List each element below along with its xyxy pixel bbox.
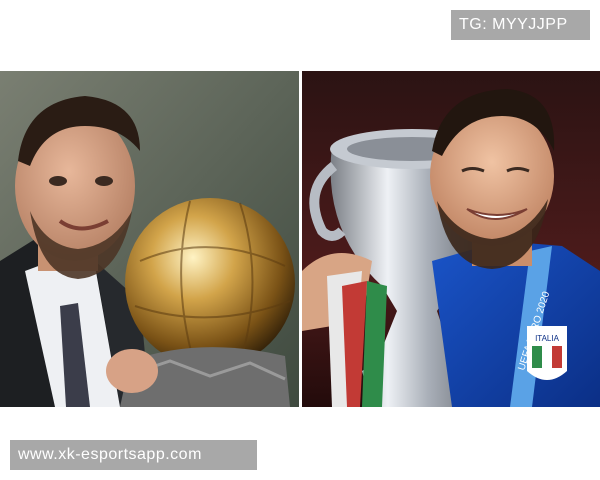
watermark-bottom-text: www.xk-esportsapp.com [18, 446, 202, 463]
watermark-top: TG: MYYJJPP [451, 10, 590, 40]
crest-text: ITALIA [535, 334, 560, 343]
photo-right: ITALIA UEFA EURO 2020 [302, 71, 600, 407]
watermark-bottom: www.xk-esportsapp.com [10, 440, 257, 470]
photo-right-scene: ITALIA UEFA EURO 2020 [302, 71, 600, 407]
photo-left-scene [0, 71, 299, 407]
photo-left [0, 71, 299, 407]
watermark-top-text: TG: MYYJJPP [459, 16, 568, 33]
